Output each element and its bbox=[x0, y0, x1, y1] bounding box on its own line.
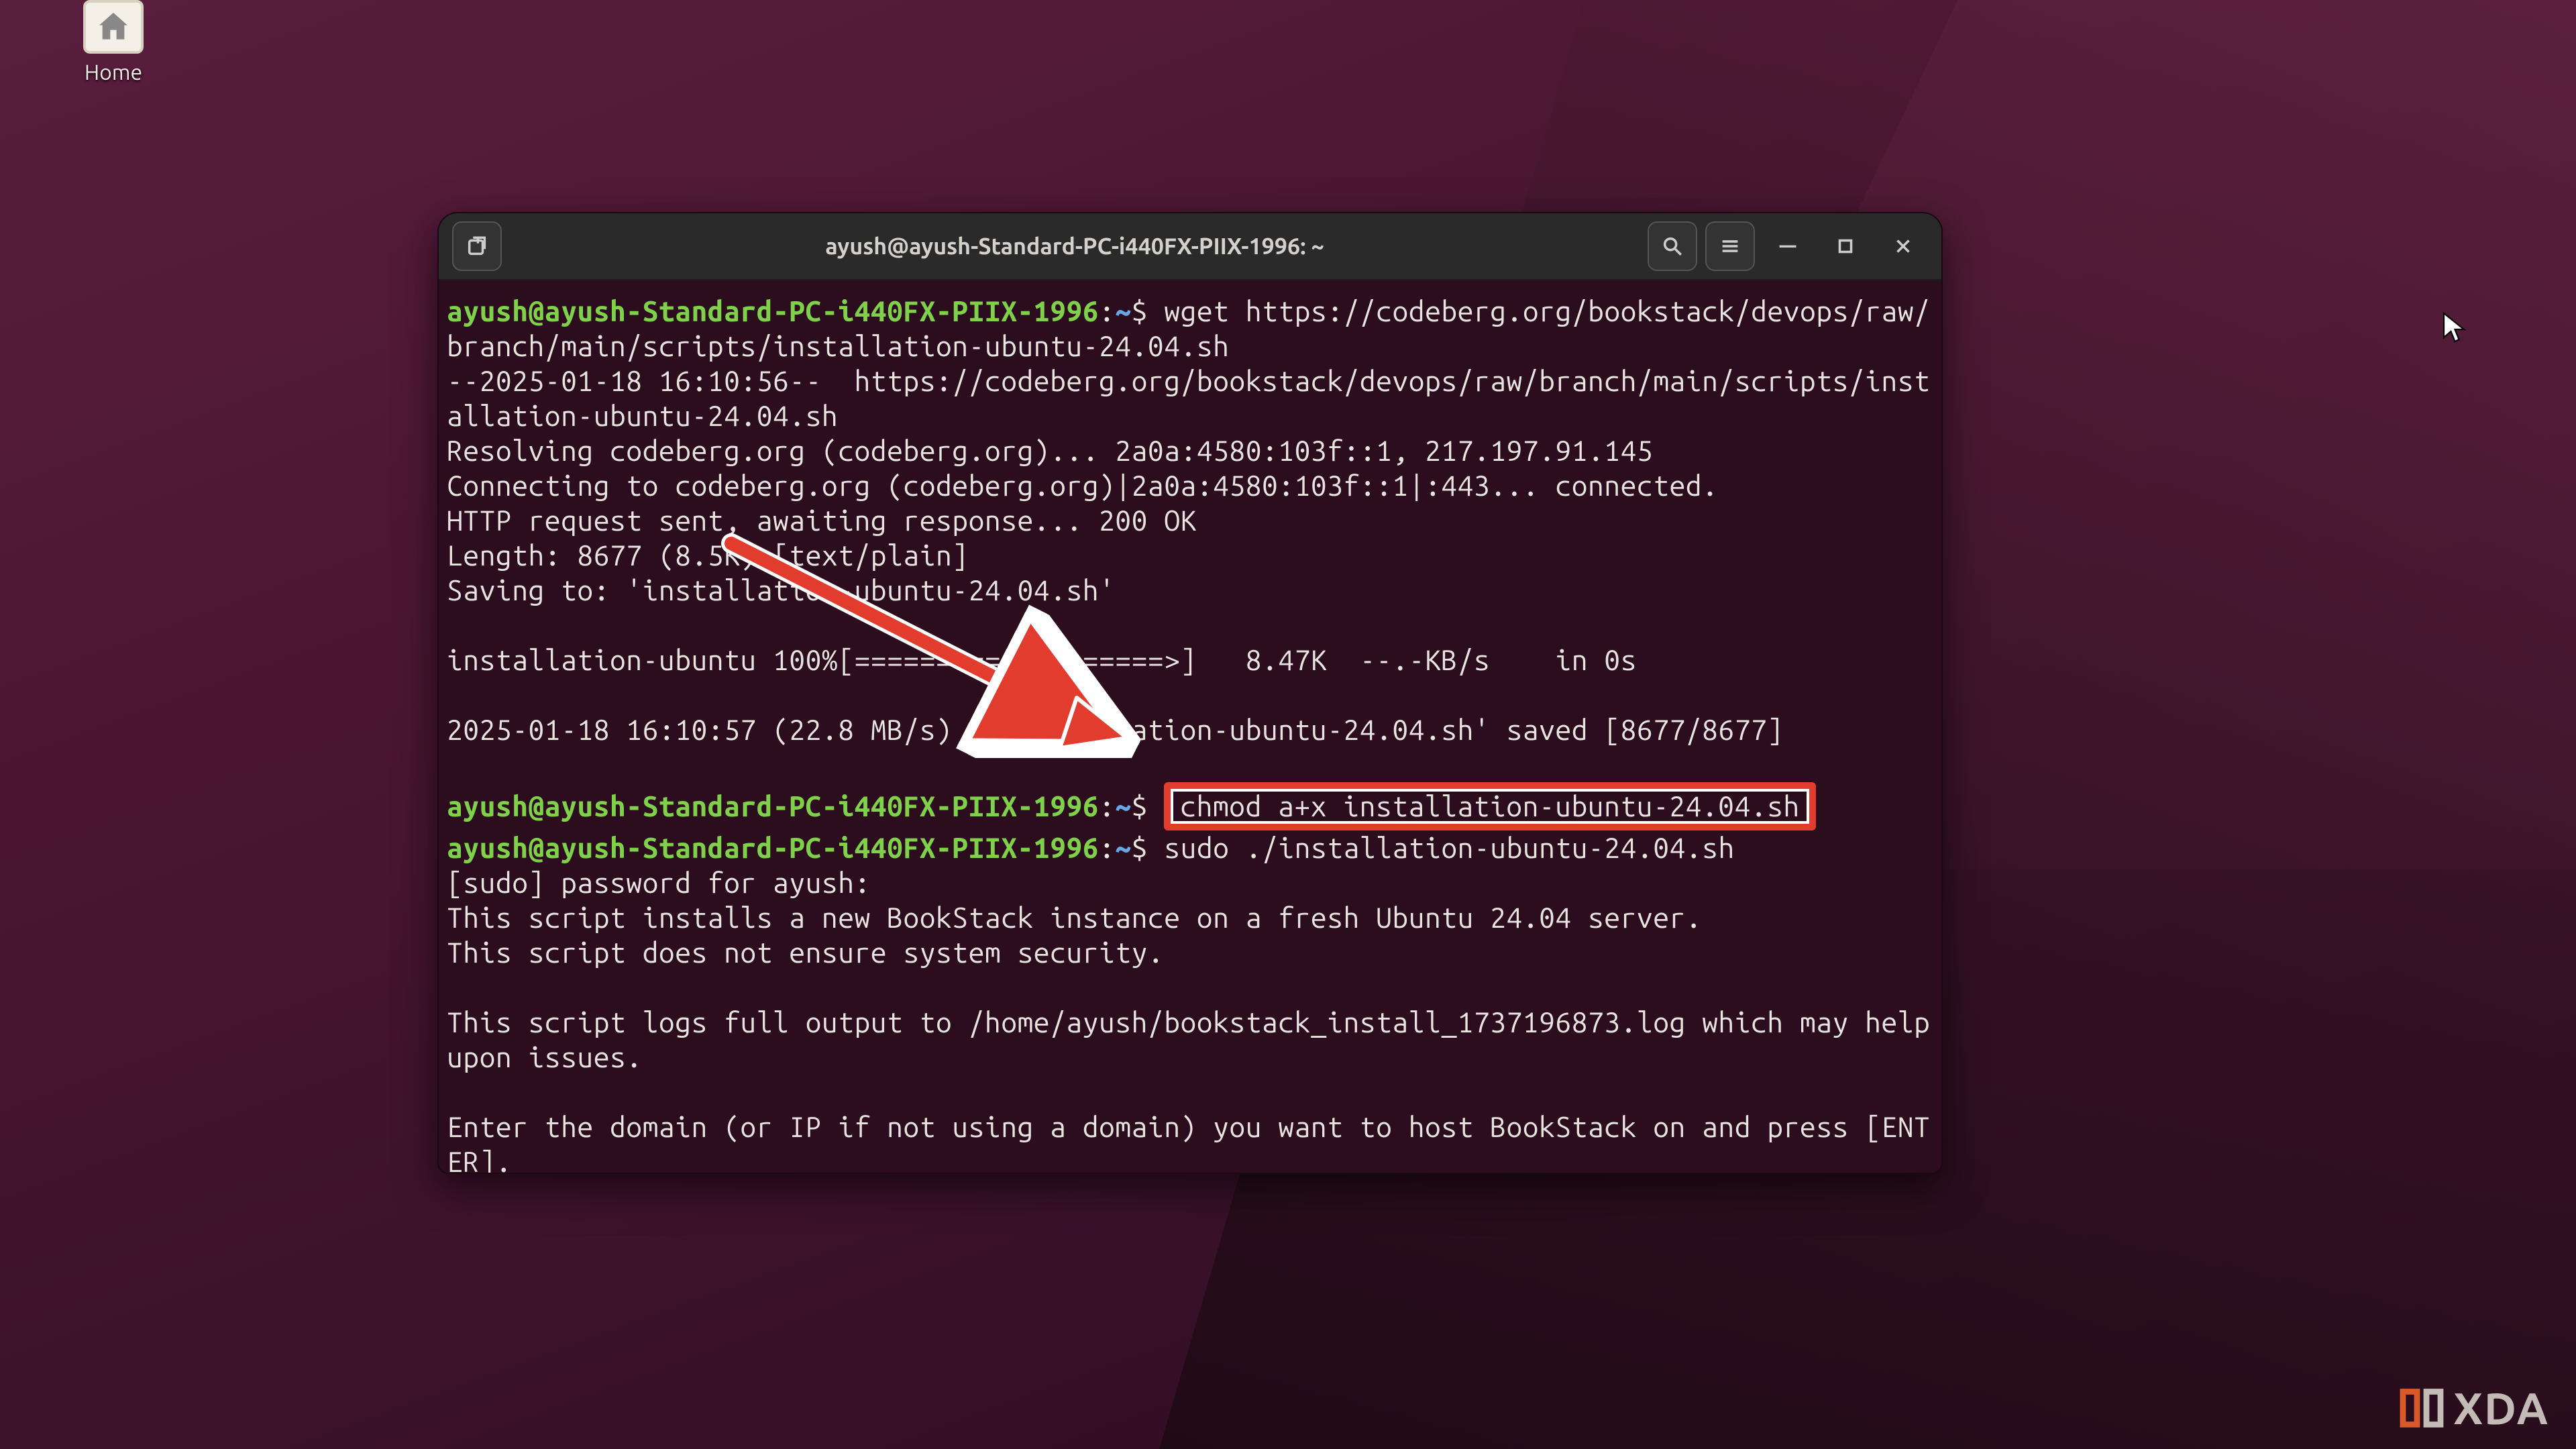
desktop-icon-label: Home bbox=[60, 60, 166, 85]
command-sudo: sudo ./installation-ubuntu-24.04.sh bbox=[1164, 832, 1735, 864]
output-line: Saving to: 'installation-ubuntu-24.04.sh… bbox=[447, 574, 1115, 606]
prompt-path: ~ bbox=[1115, 295, 1131, 327]
titlebar[interactable]: ayush@ayush-Standard-PC-i440FX-PIIX-1996… bbox=[439, 213, 1941, 280]
output-progress: installation-ubuntu 100%[===============… bbox=[447, 644, 1637, 676]
output-line: This script installs a new BookStack ins… bbox=[447, 902, 1702, 934]
maximize-button[interactable] bbox=[1821, 221, 1870, 271]
highlighted-command-chmod: chmod a+x installation-ubuntu-24.04.sh bbox=[1164, 782, 1815, 830]
desktop-icon-home[interactable]: Home bbox=[60, 0, 166, 85]
output-line: 2025-01-18 16:10:57 (22.8 MB/s) - 'insta… bbox=[447, 714, 1784, 746]
output-line: Resolving codeberg.org (codeberg.org)...… bbox=[447, 435, 1653, 467]
watermark: XDA bbox=[2398, 1383, 2549, 1433]
mouse-cursor-icon bbox=[2442, 311, 2466, 346]
xda-logo-icon bbox=[2398, 1385, 2445, 1432]
search-button[interactable] bbox=[1648, 221, 1697, 271]
prompt-path: ~ bbox=[1115, 790, 1131, 822]
prompt-user: ayush@ayush-Standard-PC-i440FX-PIIX-1996 bbox=[447, 295, 1099, 327]
output-line: --2025-01-18 16:10:56-- https://codeberg… bbox=[447, 365, 1930, 432]
prompt-path: ~ bbox=[1115, 832, 1131, 864]
hamburger-menu-button[interactable] bbox=[1705, 221, 1755, 271]
output-line: This script logs full output to /home/ay… bbox=[447, 1006, 1943, 1073]
close-button[interactable] bbox=[1878, 221, 1928, 271]
prompt-user: ayush@ayush-Standard-PC-i440FX-PIIX-1996 bbox=[447, 832, 1099, 864]
home-icon bbox=[83, 0, 144, 54]
window-title: ayush@ayush-Standard-PC-i440FX-PIIX-1996… bbox=[502, 233, 1648, 259]
watermark-text: XDA bbox=[2453, 1383, 2549, 1433]
output-line: Enter the domain (or IP if not using a d… bbox=[447, 1111, 1930, 1174]
output-line: Connecting to codeberg.org (codeberg.org… bbox=[447, 470, 1718, 502]
output-line: HTTP request sent, awaiting response... … bbox=[447, 504, 1197, 537]
output-line: Length: 8677 (8.5K) [text/plain] bbox=[447, 539, 969, 572]
prompt-user: ayush@ayush-Standard-PC-i440FX-PIIX-1996 bbox=[447, 790, 1099, 822]
output-line: [sudo] password for ayush: bbox=[447, 867, 871, 899]
output-line: This script does not ensure system secur… bbox=[447, 936, 1164, 969]
terminal-window: ayush@ayush-Standard-PC-i440FX-PIIX-1996… bbox=[437, 212, 1943, 1174]
minimize-button[interactable]: ─ bbox=[1763, 221, 1813, 271]
new-tab-button[interactable] bbox=[452, 221, 502, 271]
terminal-body[interactable]: ayush@ayush-Standard-PC-i440FX-PIIX-1996… bbox=[439, 280, 1941, 1174]
